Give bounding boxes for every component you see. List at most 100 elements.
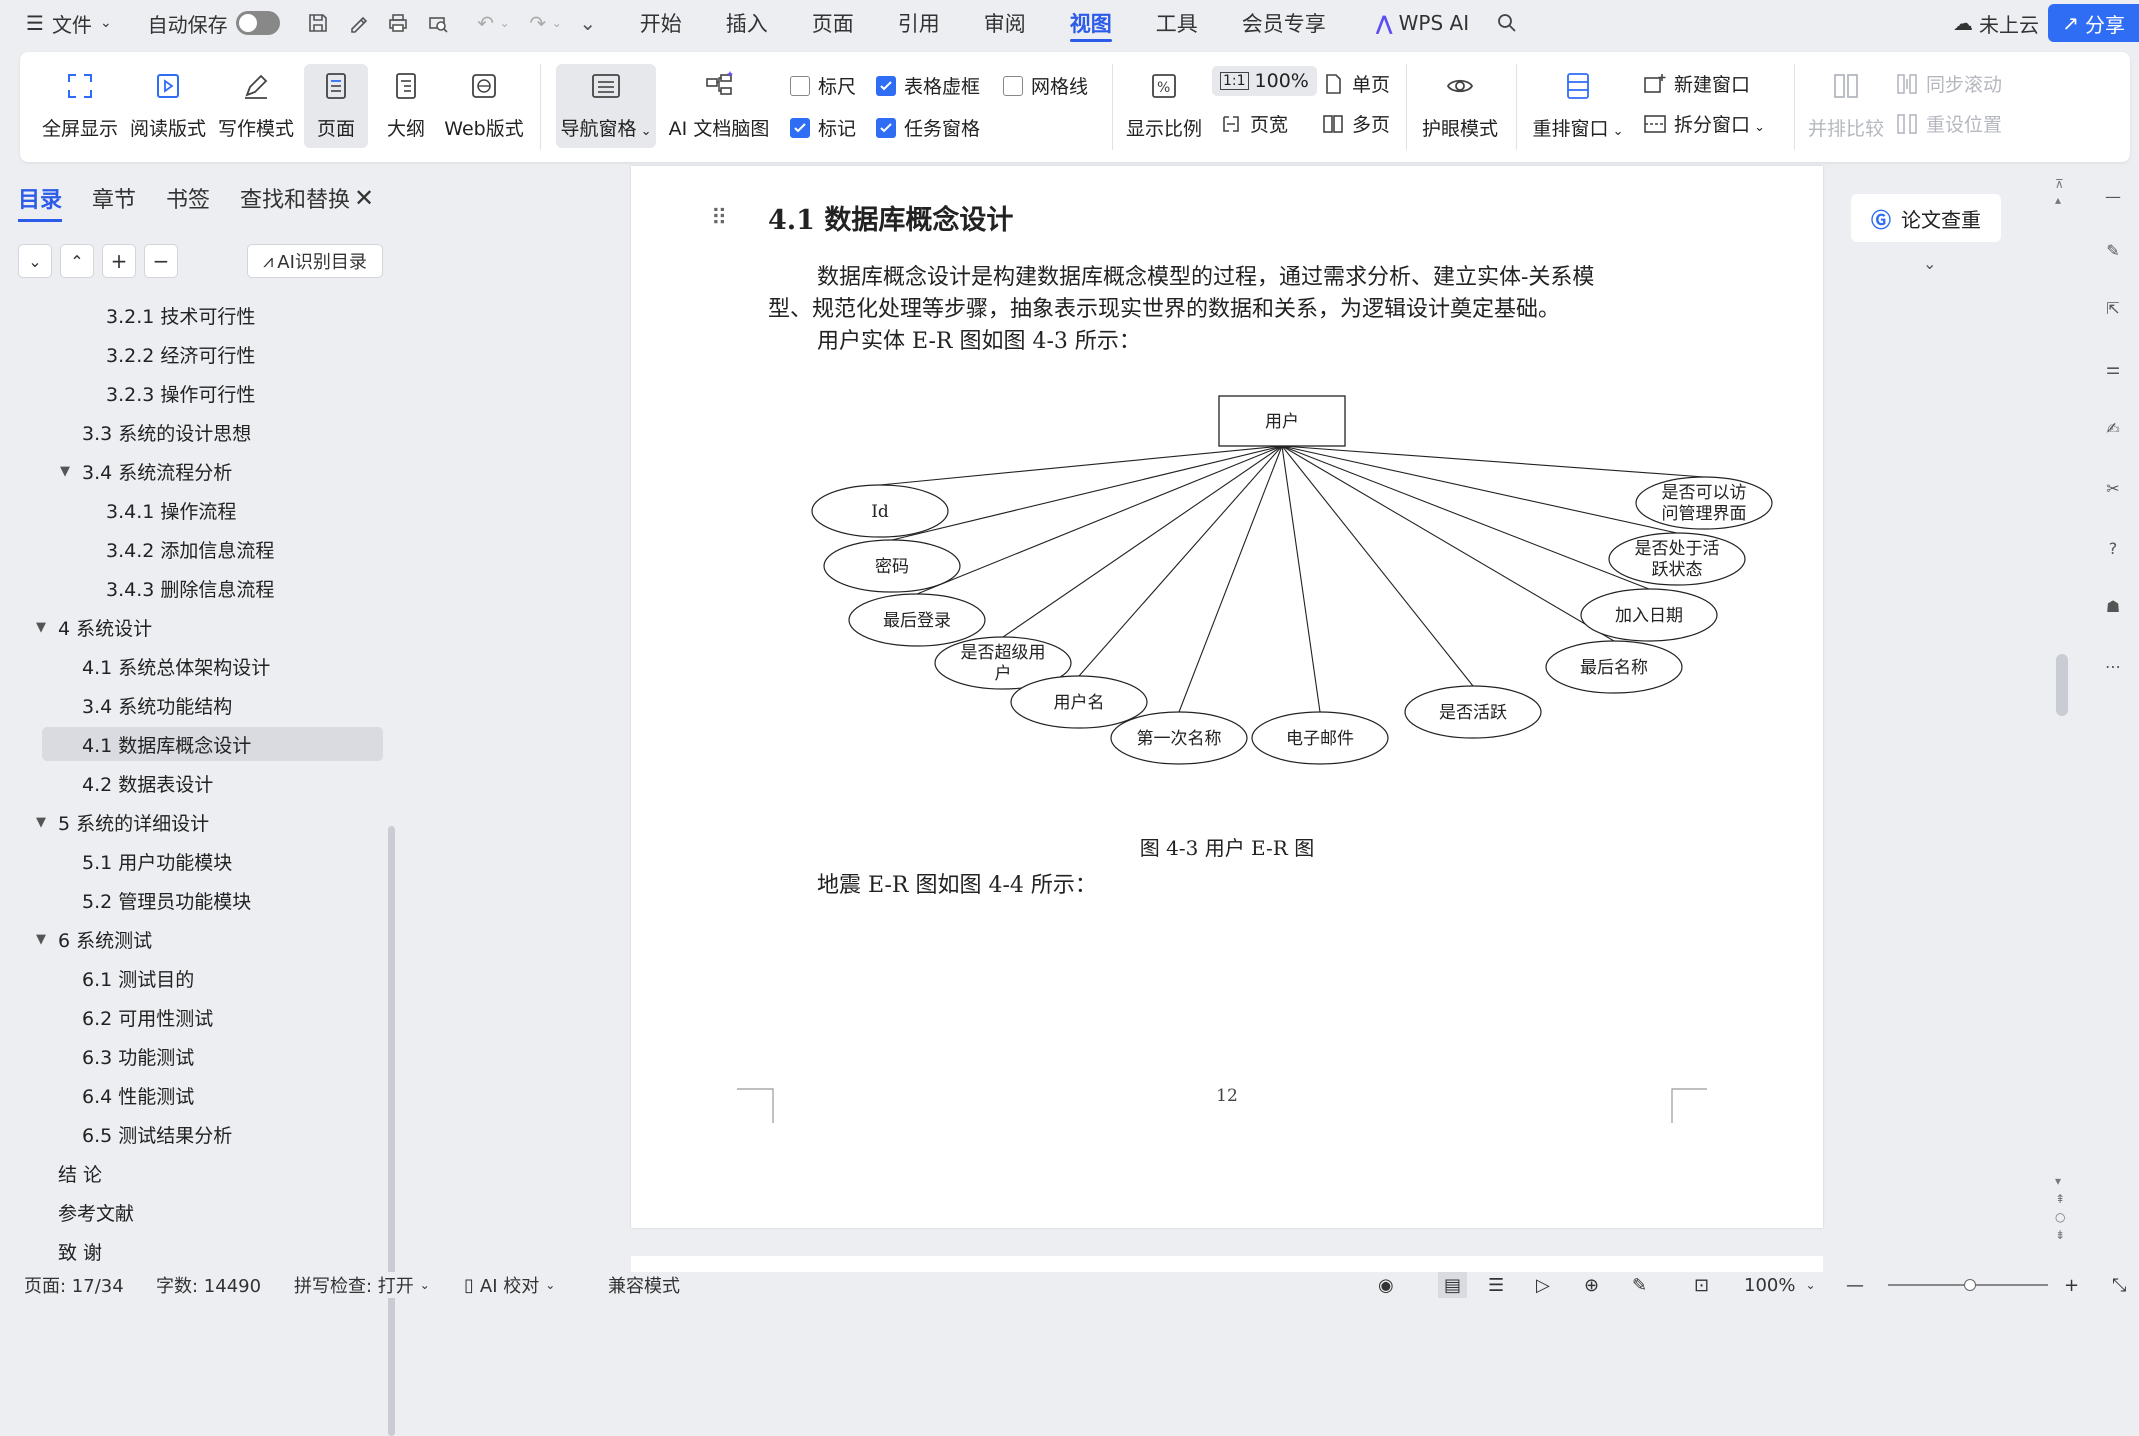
page-view-icon[interactable]: ▤ bbox=[1438, 1272, 1468, 1298]
checkbox-checked[interactable] bbox=[876, 75, 896, 96]
split-window-button[interactable]: 拆分窗口 ⌄ bbox=[1642, 110, 1765, 137]
sliders-icon[interactable]: ⚌ bbox=[2099, 354, 2127, 382]
toc-item[interactable]: 3.4.2 添加信息流程 bbox=[106, 532, 274, 566]
tab-member[interactable]: 会员专享 bbox=[1220, 0, 1348, 46]
toc-item[interactable]: ▼ 6 系统测试 bbox=[36, 922, 152, 956]
nav-pane-button[interactable]: 导航窗格 ⌄ bbox=[556, 64, 656, 148]
arrange-window-button[interactable]: 重排窗口 ⌄ bbox=[1528, 52, 1628, 141]
print-preview-icon[interactable] bbox=[424, 9, 452, 37]
file-menu[interactable]: ☰ 文件 ⌄ bbox=[0, 0, 122, 46]
remove-heading-button[interactable]: − bbox=[144, 244, 178, 278]
sidebar-scrollbar[interactable] bbox=[388, 826, 395, 1436]
tab-tools[interactable]: 工具 bbox=[1134, 0, 1220, 46]
minimize-icon[interactable]: — bbox=[2099, 182, 2127, 210]
autosave-toggle[interactable]: 自动保存 bbox=[138, 0, 290, 46]
tab-bookmarks[interactable]: 书签 bbox=[166, 182, 210, 222]
more-icon[interactable]: ⋯ bbox=[2099, 652, 2127, 680]
zoom-in-icon[interactable]: + bbox=[2064, 1272, 2079, 1298]
tools-icon[interactable]: ✂ bbox=[2099, 474, 2127, 502]
select-cursor-icon[interactable]: ⇱ bbox=[2099, 294, 2127, 322]
globe-icon[interactable]: ⊕ bbox=[1584, 1272, 1599, 1298]
new-window-button[interactable]: 新建窗口 bbox=[1642, 70, 1750, 97]
scroll-bottom-icons[interactable]: ▾ ⇞ ○ ⇟ bbox=[2055, 1172, 2065, 1244]
shirt-icon[interactable]: ☗ bbox=[2099, 592, 2127, 620]
toc-item[interactable]: 3.3 系统的设计思想 bbox=[82, 415, 251, 449]
toc-item[interactable]: 6.1 测试目的 bbox=[82, 961, 194, 995]
eye-icon[interactable]: ◉ bbox=[1378, 1272, 1394, 1298]
tab-toc[interactable]: 目录 bbox=[18, 182, 63, 222]
fit-window-icon[interactable]: ⊡ bbox=[1694, 1272, 1709, 1298]
pen-icon[interactable]: ✎ bbox=[1632, 1272, 1647, 1298]
checkbox-checked[interactable] bbox=[876, 117, 896, 138]
chevron-down-icon[interactable]: ⌄ bbox=[500, 16, 510, 30]
zoom-slider[interactable] bbox=[1888, 1279, 2048, 1291]
toc-item[interactable]: 5.2 管理员功能模块 bbox=[82, 883, 251, 917]
zoom-slider-handle[interactable] bbox=[1964, 1279, 1976, 1291]
fullscreen-button[interactable]: 全屏显示 bbox=[40, 52, 120, 141]
outline-button[interactable]: 大纲 bbox=[376, 52, 436, 141]
zoom-100-button[interactable]: 1:1 100% bbox=[1212, 66, 1317, 96]
toc-item[interactable]: 参考文献 bbox=[58, 1195, 134, 1229]
more-chevron-icon[interactable]: ⌄ bbox=[574, 9, 602, 37]
marks-checkbox[interactable]: 标记 bbox=[790, 114, 856, 141]
tab-start[interactable]: 开始 bbox=[618, 0, 704, 46]
multi-page-button[interactable]: 多页 bbox=[1320, 110, 1390, 137]
play-icon[interactable]: ▷ bbox=[1536, 1272, 1550, 1298]
search-icon[interactable] bbox=[1493, 9, 1521, 37]
checkbox-checked[interactable] bbox=[790, 117, 810, 138]
document-scrollbar[interactable] bbox=[2056, 654, 2068, 716]
zoom-level[interactable]: 100% ⌄ bbox=[1744, 1272, 1816, 1298]
share-button[interactable]: ↗ 分享 bbox=[2048, 4, 2139, 42]
toc-item[interactable]: 6.5 测试结果分析 bbox=[82, 1117, 232, 1151]
checkbox-unchecked[interactable] bbox=[1003, 75, 1023, 96]
web-layout-button[interactable]: Web版式 bbox=[444, 52, 524, 141]
outline-view-icon[interactable]: ☰ bbox=[1488, 1272, 1504, 1298]
toc-item[interactable]: 3.2.3 操作可行性 bbox=[106, 376, 255, 410]
tab-chapters[interactable]: 章节 bbox=[92, 182, 136, 222]
tab-find-replace[interactable]: 查找和替换 bbox=[240, 182, 350, 222]
toc-item[interactable]: 6.4 性能测试 bbox=[82, 1078, 194, 1112]
collapse-up-button[interactable]: ⌃ bbox=[60, 244, 94, 278]
toc-item[interactable]: ▼ 3.4 系统流程分析 bbox=[60, 454, 232, 488]
toc-item[interactable]: 6.3 功能测试 bbox=[82, 1039, 194, 1073]
paper-check-button[interactable]: Ⓖ 论文查重 bbox=[1851, 194, 2001, 242]
ai-proof[interactable]: ▯ AI 校对 ⌄ bbox=[464, 1272, 555, 1298]
side-by-side-button[interactable]: 并排比较 bbox=[1804, 52, 1888, 141]
tab-review[interactable]: 审阅 bbox=[962, 0, 1048, 46]
tab-page[interactable]: 页面 bbox=[790, 0, 876, 46]
toc-item[interactable]: 结 论 bbox=[58, 1156, 102, 1190]
print-icon[interactable] bbox=[384, 9, 412, 37]
signature-icon[interactable]: ✍ bbox=[2099, 414, 2127, 442]
toc-item[interactable]: 3.2.2 经济可行性 bbox=[106, 337, 255, 371]
eye-care-button[interactable]: 护眼模式 bbox=[1418, 52, 1502, 141]
checkbox-unchecked[interactable] bbox=[790, 75, 810, 96]
tab-view[interactable]: 视图 bbox=[1048, 0, 1134, 46]
toc-item[interactable]: 5.1 用户功能模块 bbox=[82, 844, 232, 878]
expand-triangle-icon[interactable]: ▼ bbox=[36, 620, 46, 635]
expand-triangle-icon[interactable]: ▼ bbox=[36, 815, 46, 830]
close-icon[interactable]: ✕ bbox=[354, 184, 374, 212]
document-page[interactable]: ⠿ 4.1 数据库概念设计 数据库概念设计是构建数据库概念模型的过程，通过需求分… bbox=[631, 166, 1823, 1228]
scroll-arrow-icons[interactable]: ⊼ ▴ bbox=[2055, 176, 2064, 208]
chevron-down-icon[interactable]: ⌄ bbox=[552, 16, 562, 30]
toc-item[interactable]: 3.4.3 删除信息流程 bbox=[106, 571, 274, 605]
toc-item[interactable]: ▼ 5 系统的详细设计 bbox=[36, 805, 209, 839]
toc-item[interactable]: 致 谢 bbox=[58, 1234, 102, 1268]
add-heading-button[interactable]: + bbox=[102, 244, 136, 278]
collapse-down-button[interactable]: ⌄ bbox=[18, 244, 52, 278]
toc-item[interactable]: 4.1 系统总体架构设计 bbox=[82, 649, 270, 683]
page-view-button[interactable]: 页面 bbox=[304, 64, 368, 148]
help-icon[interactable]: ? bbox=[2099, 534, 2127, 562]
cloud-status[interactable]: ☁ 未上云 bbox=[1953, 0, 2039, 46]
undo-icon[interactable]: ↶ bbox=[472, 9, 500, 37]
reading-mode-button[interactable]: 阅读版式 bbox=[128, 52, 208, 141]
toc-item[interactable]: 3.2.1 技术可行性 bbox=[106, 298, 255, 332]
ai-toc-button[interactable]: ⩘ AI识别目录 bbox=[247, 244, 383, 278]
toc-item[interactable]: 3.4 系统功能结构 bbox=[82, 688, 232, 722]
table-gridlines-checkbox[interactable]: 表格虚框 bbox=[876, 72, 980, 99]
reset-position-button[interactable]: 重设位置 bbox=[1894, 110, 2002, 137]
resize-grip-icon[interactable]: ⤡ bbox=[2112, 1272, 2126, 1298]
toc-item[interactable]: 4.1 数据库概念设计 bbox=[42, 727, 383, 761]
pen-tool-icon[interactable]: ✎ bbox=[2099, 236, 2127, 264]
drag-handle-icon[interactable]: ⠿ bbox=[711, 206, 727, 231]
